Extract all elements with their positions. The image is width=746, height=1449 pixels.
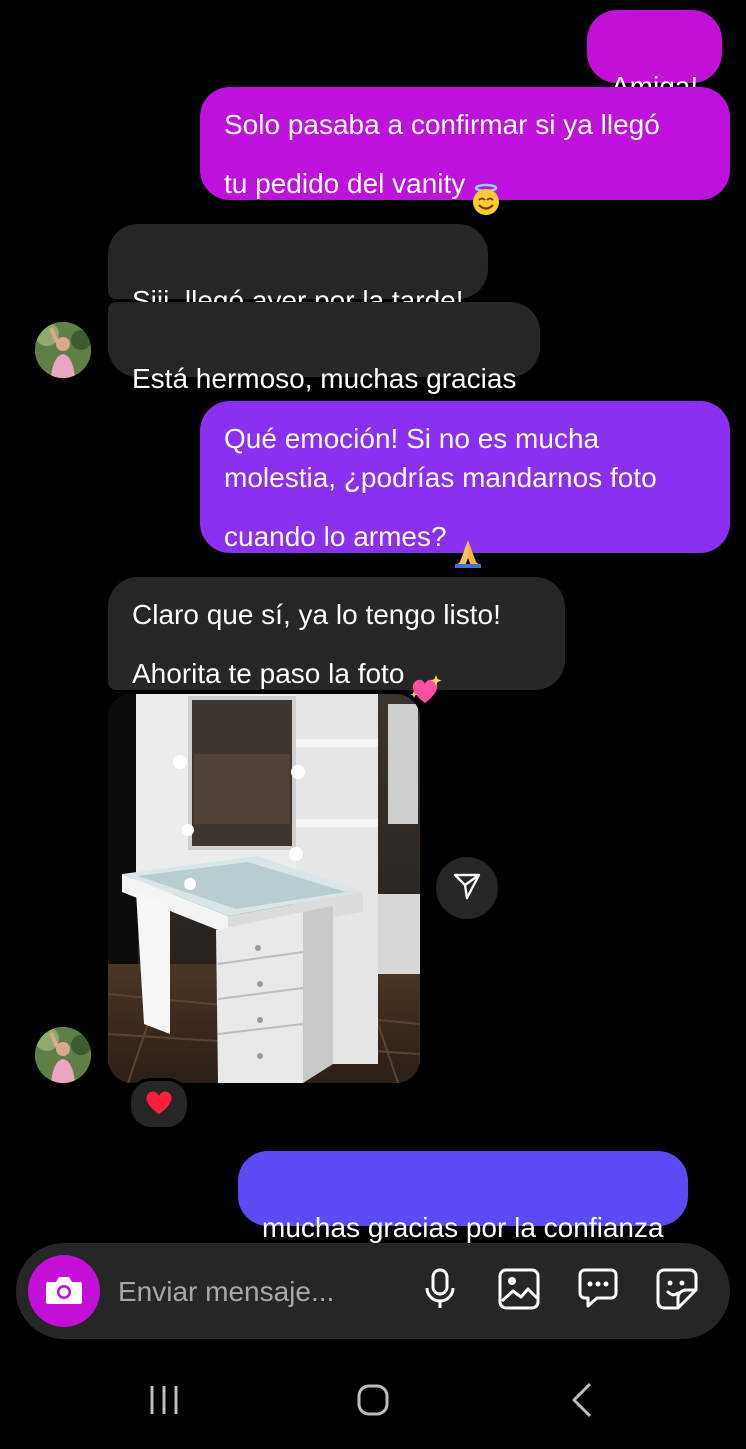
- message-text: Claro que sí, ya lo tengo listo! Ahorita…: [132, 599, 501, 689]
- share-icon: [452, 871, 482, 906]
- contact-avatar[interactable]: [35, 322, 91, 378]
- home-icon: [356, 1383, 390, 1422]
- gallery-icon: [497, 1267, 541, 1316]
- sent-message-4[interactable]: muchas gracias por la confianza: [238, 1151, 688, 1243]
- sticker-button[interactable]: [653, 1267, 701, 1315]
- recents-icon: [147, 1384, 181, 1421]
- microphone-button[interactable]: [416, 1267, 464, 1315]
- message-input[interactable]: [116, 1269, 410, 1315]
- share-button[interactable]: [436, 857, 498, 919]
- camera-icon: [44, 1272, 84, 1311]
- smiling-face-with-halo-icon: [469, 144, 503, 227]
- received-message-2[interactable]: Está hermoso, muchas gracias: [108, 302, 541, 394]
- received-message-1[interactable]: Siii, llegó ayer por la tarde!: [108, 224, 488, 316]
- microphone-icon: [422, 1268, 458, 1315]
- camera-button[interactable]: [28, 1255, 100, 1327]
- sent-message-2[interactable]: Solo pasaba a confirmar si ya llegó tu p…: [200, 87, 730, 215]
- vanity-photo[interactable]: [108, 694, 420, 1083]
- back-icon: [570, 1382, 594, 1423]
- red-heart-icon: [144, 1088, 174, 1121]
- back-button[interactable]: [552, 1380, 612, 1424]
- system-navigation-bar: [0, 1350, 746, 1449]
- sent-message-1[interactable]: Amiga!: [587, 10, 723, 102]
- message-text: Está hermoso, muchas gracias: [132, 363, 517, 394]
- gallery-button[interactable]: [495, 1267, 543, 1315]
- chat-button[interactable]: [574, 1267, 622, 1315]
- message-composer: [16, 1243, 730, 1339]
- home-button[interactable]: [343, 1380, 403, 1424]
- recents-button[interactable]: [134, 1380, 194, 1424]
- message-text: Solo pasaba a confirmar si ya llegó tu p…: [224, 109, 660, 199]
- chat-icon: [576, 1267, 620, 1316]
- message-text: muchas gracias por la confianza: [262, 1212, 664, 1243]
- folded-hands-icon: [451, 497, 485, 580]
- heart-reaction[interactable]: [128, 1078, 190, 1130]
- message-text: Qué emoción! Si no es mucha molestia, ¿p…: [224, 423, 657, 552]
- contact-avatar[interactable]: [35, 1027, 91, 1083]
- sticker-icon: [655, 1267, 699, 1316]
- received-message-3[interactable]: Claro que sí, ya lo tengo listo! Ahorita…: [108, 577, 565, 703]
- sent-message-3[interactable]: Qué emoción! Si no es mucha molestia, ¿p…: [200, 401, 730, 568]
